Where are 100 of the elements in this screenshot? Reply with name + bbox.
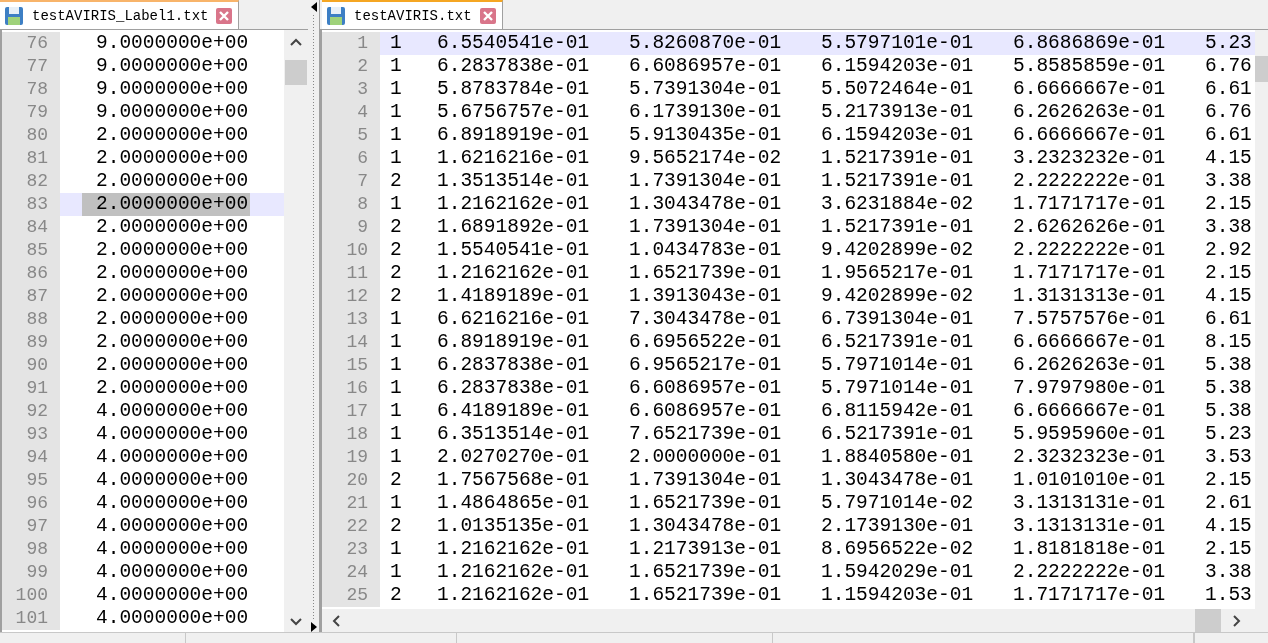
chevron-up-icon[interactable] <box>290 38 302 46</box>
line-text: 4.0000000e+00 <box>95 561 250 584</box>
line-number: 15 <box>322 354 380 377</box>
data-value: 1.7391304e-01 <box>629 216 783 239</box>
data-value: 1 <box>389 400 403 423</box>
data-value: 1.2162162e-01 <box>437 584 591 607</box>
data-value: 5.9595960e-01 <box>1013 423 1167 446</box>
line-number: 2 <box>322 55 380 78</box>
close-icon[interactable] <box>479 7 496 24</box>
scrollbar-thumb[interactable] <box>1255 56 1268 82</box>
data-value: 3.38 <box>1205 561 1253 584</box>
data-value: 1.4864865e-01 <box>437 492 591 515</box>
data-value: 9.4202899e-02 <box>821 285 975 308</box>
line-number: 20 <box>322 469 380 492</box>
line-number: 7 <box>322 170 380 193</box>
data-value: 1.53 <box>1205 584 1253 607</box>
splitter[interactable] <box>308 0 320 632</box>
data-value: 6.8115942e-01 <box>821 400 975 423</box>
data-value: 6.5217391e-01 <box>821 331 975 354</box>
line-text: 2.0000000e+00 <box>95 147 250 170</box>
data-value: 1 <box>389 101 403 124</box>
data-value: 5.7971014e-02 <box>821 492 975 515</box>
data-value: 6.6666667e-01 <box>1013 331 1167 354</box>
data-value: 6.2837838e-01 <box>437 55 591 78</box>
close-icon[interactable] <box>216 7 233 24</box>
data-value: 6.61 <box>1205 124 1253 147</box>
data-value: 1.0434783e-01 <box>629 239 783 262</box>
file-tab[interactable]: testAVIRIS_Label1.txt <box>0 0 240 29</box>
data-value: 6.5540541e-01 <box>437 32 591 55</box>
data-value: 2.1739130e-01 <box>821 515 975 538</box>
data-value: 1.6891892e-01 <box>437 216 591 239</box>
data-value: 5.5072464e-01 <box>821 78 975 101</box>
data-value: 5.23 <box>1205 32 1253 55</box>
vertical-scrollbar[interactable] <box>1255 30 1268 632</box>
data-value: 1 <box>389 423 403 446</box>
data-value: 1.6521739e-01 <box>629 262 783 285</box>
data-value: 1 <box>389 377 403 400</box>
data-value: 3.38 <box>1205 170 1253 193</box>
data-value: 1.3913043e-01 <box>629 285 783 308</box>
line-number: 92 <box>2 400 60 423</box>
data-value: 6.6666667e-01 <box>1013 124 1167 147</box>
line-number: 79 <box>2 101 60 124</box>
data-value: 1.9565217e-01 <box>821 262 975 285</box>
data-value: 3.2323232e-01 <box>1013 147 1167 170</box>
data-value: 1 <box>389 193 403 216</box>
chevron-left-icon[interactable] <box>332 614 340 627</box>
data-value: 1.8840580e-01 <box>821 446 975 469</box>
data-value: 2.92 <box>1205 239 1253 262</box>
data-value: 1.7171717e-01 <box>1013 193 1167 216</box>
line-text: 9.0000000e+00 <box>95 101 250 124</box>
data-value: 5.7971014e-01 <box>821 377 975 400</box>
line-number: 86 <box>2 262 60 285</box>
data-value: 9.5652174e-02 <box>629 147 783 170</box>
line-text: 2.0000000e+00 <box>95 285 250 308</box>
line-number: 82 <box>2 170 60 193</box>
data-value: 5.5797101e-01 <box>821 32 975 55</box>
line-number: 8 <box>322 193 380 216</box>
data-value: 1.1594203e-01 <box>821 584 975 607</box>
chevron-right-icon[interactable] <box>1233 614 1241 627</box>
horizontal-scrollbar[interactable] <box>322 609 1255 632</box>
data-value: 1 <box>389 538 403 561</box>
vertical-scrollbar[interactable] <box>284 30 308 632</box>
data-value: 2 <box>389 469 403 492</box>
data-value: 6.8918919e-01 <box>437 331 591 354</box>
data-value: 6.61 <box>1205 308 1253 331</box>
data-value: 5.38 <box>1205 400 1253 423</box>
line-number: 81 <box>2 147 60 170</box>
line-number: 85 <box>2 239 60 262</box>
data-value: 4.15 <box>1205 515 1253 538</box>
scrollbar-thumb[interactable] <box>1195 609 1221 632</box>
data-value: 1.0101010e-01 <box>1013 469 1167 492</box>
data-value: 2.15 <box>1205 538 1253 561</box>
line-text: 4.0000000e+00 <box>95 607 250 630</box>
data-value: 1.5217391e-01 <box>821 147 975 170</box>
scrollbar-thumb[interactable] <box>285 60 307 85</box>
file-tab[interactable]: testAVIRIS.txt <box>322 0 503 29</box>
line-number: 5 <box>322 124 380 147</box>
line-number: 6 <box>322 147 380 170</box>
data-value: 1.7567568e-01 <box>437 469 591 492</box>
triangle-right-icon <box>310 622 317 632</box>
data-value: 4.15 <box>1205 147 1253 170</box>
data-value: 7.5757576e-01 <box>1013 308 1167 331</box>
data-value: 6.61 <box>1205 78 1253 101</box>
chevron-down-icon[interactable] <box>290 618 302 626</box>
data-value: 1 <box>389 331 403 354</box>
data-value: 1.2162162e-01 <box>437 538 591 561</box>
line-text: 4.0000000e+00 <box>95 492 250 515</box>
data-value: 2.2222222e-01 <box>1013 170 1167 193</box>
triangle-left-icon <box>310 2 317 12</box>
data-value: 6.2837838e-01 <box>437 377 591 400</box>
line-number: 89 <box>2 331 60 354</box>
data-value: 6.6956522e-01 <box>629 331 783 354</box>
data-value: 1.7391304e-01 <box>629 170 783 193</box>
line-number: 97 <box>2 515 60 538</box>
data-value: 1.6521739e-01 <box>629 561 783 584</box>
data-value: 6.8686869e-01 <box>1013 32 1167 55</box>
line-number: 80 <box>2 124 60 147</box>
line-number: 12 <box>322 285 380 308</box>
data-value: 3.38 <box>1205 216 1253 239</box>
data-value: 6.6086957e-01 <box>629 55 783 78</box>
